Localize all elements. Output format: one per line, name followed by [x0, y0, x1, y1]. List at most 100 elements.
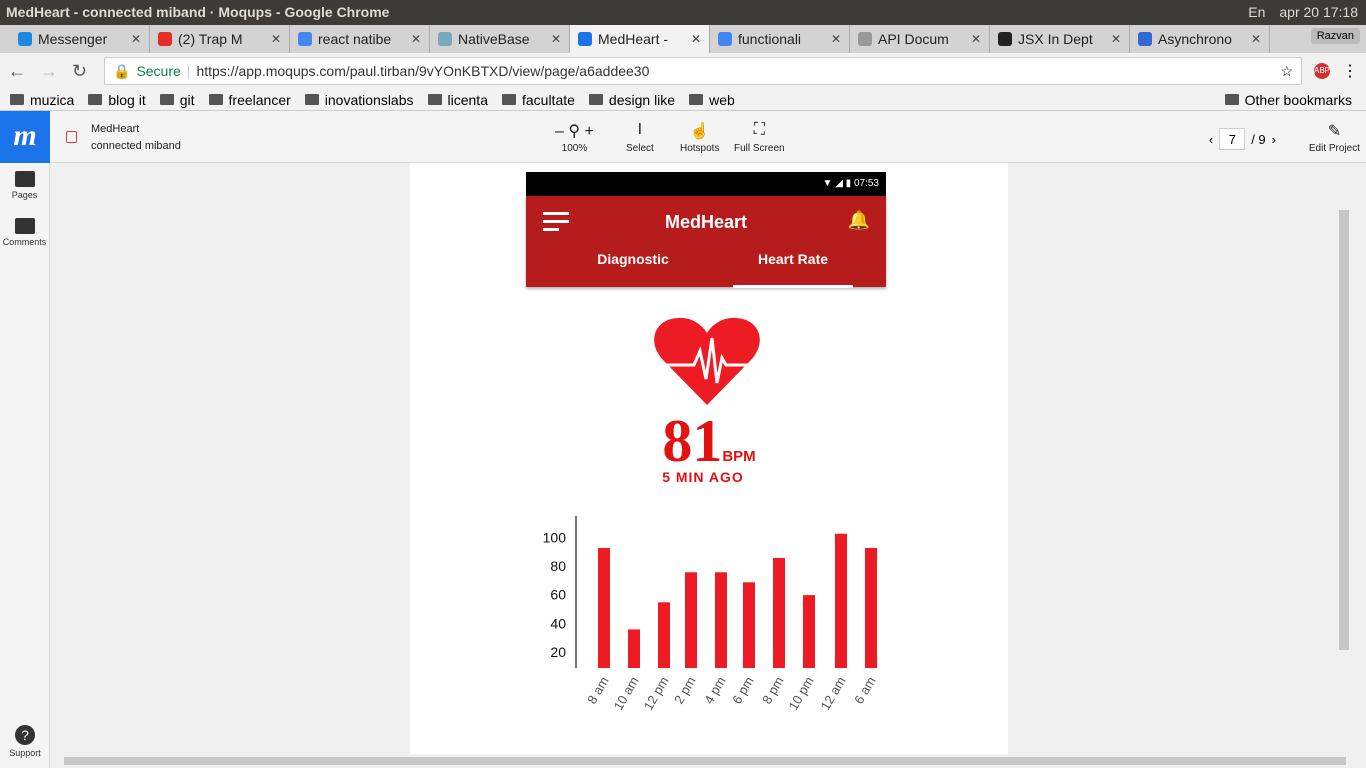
sidebar-pages[interactable]: Pages: [0, 171, 49, 200]
browser-tab[interactable]: react natibe ✕: [290, 25, 430, 53]
clock[interactable]: apr 20 17:18: [1279, 0, 1358, 25]
adblock-icon[interactable]: ABP: [1314, 63, 1330, 79]
y-tick-label: 80: [550, 558, 566, 574]
forward-icon[interactable]: →: [40, 61, 60, 82]
next-page-icon[interactable]: ›: [1272, 132, 1276, 147]
hotspots-tool[interactable]: ☝ Hotspots: [680, 121, 719, 154]
lock-icon[interactable]: [66, 131, 77, 143]
x-tick-label: 4 pm: [701, 674, 728, 707]
favicon-icon: [718, 32, 732, 46]
close-tab-icon[interactable]: ✕: [691, 32, 701, 46]
project-name: MedHeart: [91, 123, 140, 135]
app-bar: MedHeart 🔔 Diagnostic Heart Rate: [526, 196, 886, 288]
last-reading-time: 5 MIN AGO: [662, 469, 744, 485]
url-text: https://app.moqups.com/paul.tirban/9vYOn…: [196, 63, 650, 79]
page-number-input[interactable]: [1219, 128, 1246, 150]
bookmark-folder[interactable]: inovationslabs: [305, 92, 414, 108]
address-bar[interactable]: 🔒 Secure | https://app.moqups.com/paul.t…: [104, 57, 1302, 85]
browser-tab[interactable]: API Docum ✕: [850, 25, 990, 53]
bookmark-folder[interactable]: web: [689, 92, 735, 108]
lock-icon: 🔒: [113, 62, 131, 79]
window-title-text: MedHeart - connected miband · Moqups - G…: [6, 4, 390, 20]
edit-label: Edit Project: [1308, 143, 1360, 154]
add-alert-icon[interactable]: 🔔: [848, 210, 870, 231]
vertical-scrollbar[interactable]: [1339, 210, 1349, 650]
zoom-icon[interactable]: – ⚲ +: [555, 121, 594, 143]
preview-canvas: ▼ ◢ ▮ 07:53 MedHeart 🔔 Diagnostic Heart …: [51, 163, 1352, 754]
tab-heart-rate[interactable]: Heart Rate: [733, 251, 853, 288]
tab-label: Asynchrono: [1158, 31, 1232, 47]
bar: [598, 548, 610, 668]
bookmark-folder[interactable]: freelancer: [209, 92, 291, 108]
close-tab-icon[interactable]: ✕: [411, 32, 421, 46]
app-title: MedHeart: [664, 212, 748, 232]
close-tab-icon[interactable]: ✕: [551, 32, 561, 46]
browser-tab[interactable]: NativeBase ✕: [430, 25, 570, 53]
close-tab-icon[interactable]: ✕: [1251, 32, 1261, 46]
close-tab-icon[interactable]: ✕: [971, 32, 981, 46]
x-tick-label: 10 am: [611, 674, 642, 713]
tab-label: MedHeart -: [598, 31, 669, 47]
bookmark-folder[interactable]: design like: [589, 92, 675, 108]
window-title: MedHeart - connected miband · Moqups - G…: [0, 0, 1366, 25]
x-tick-label: 6 am: [851, 674, 878, 707]
other-bookmarks[interactable]: Other bookmarks: [1225, 92, 1352, 108]
y-tick-label: 40: [550, 615, 566, 631]
tab-label: API Docum: [878, 31, 949, 47]
favicon-icon: [858, 32, 872, 46]
browser-tab[interactable]: (2) Trap M ✕: [150, 25, 290, 53]
edit-project-button[interactable]: ✎ Edit Project: [1309, 121, 1360, 154]
bookmark-folder[interactable]: muzica: [10, 92, 74, 108]
browser-tab[interactable]: Asynchrono ✕: [1130, 25, 1270, 53]
keyboard-indicator[interactable]: En: [1248, 0, 1265, 25]
zoom-control[interactable]: – ⚲ +100%: [555, 121, 594, 154]
mockup-page: ▼ ◢ ▮ 07:53 MedHeart 🔔 Diagnostic Heart …: [410, 163, 1008, 754]
tab-diagnostic[interactable]: Diagnostic: [573, 251, 693, 267]
close-tab-icon[interactable]: ✕: [271, 32, 281, 46]
sidebar-comments[interactable]: Comments: [0, 218, 49, 247]
tab-label: functionali: [738, 31, 802, 47]
browser-tab[interactable]: Messenger ✕: [10, 25, 150, 53]
browser-tab[interactable]: JSX In Dept ✕: [990, 25, 1130, 53]
bar: [773, 558, 785, 668]
phone-screen: ▼ ◢ ▮ 07:53 MedHeart 🔔 Diagnostic Heart …: [526, 172, 886, 288]
tab-label: JSX In Dept: [1018, 31, 1093, 47]
star-icon[interactable]: ☆: [1280, 63, 1293, 80]
bpm-unit: BPM: [722, 448, 756, 465]
fullscreen-icon: ⛶: [753, 121, 765, 138]
bookmark-folder[interactable]: facultate: [502, 92, 575, 108]
fullscreen-tool[interactable]: ⛶ Full Screen: [734, 121, 785, 154]
select-tool[interactable]: I Select: [626, 121, 654, 154]
select-label: Select: [626, 143, 654, 154]
hotspots-label: Hotspots: [680, 143, 720, 154]
profile-button[interactable]: Razvan: [1310, 28, 1360, 44]
bookmark-folder[interactable]: git: [160, 92, 195, 108]
x-tick-label: 2 pm: [671, 674, 698, 707]
pages-icon: [14, 171, 35, 187]
browser-tab[interactable]: functionali ✕: [710, 25, 850, 53]
page-pager: ‹ / 9 ›: [1209, 128, 1276, 150]
close-tab-icon[interactable]: ✕: [831, 32, 841, 46]
reload-icon[interactable]: ↻: [72, 61, 92, 82]
tab-label: Messenger: [38, 31, 108, 47]
moqups-logo[interactable]: m: [0, 111, 50, 163]
back-icon[interactable]: ←: [8, 61, 28, 82]
menu-dots-icon[interactable]: ⋮: [1342, 61, 1358, 81]
bookmark-folder[interactable]: licenta: [428, 92, 488, 108]
browser-tab[interactable]: MedHeart - ✕: [570, 25, 710, 53]
heart-rate-chart: 20 40 60 80 100 8 am10 am12 pm 2 pm 4 pm 6 pm 8 p…: [543, 516, 879, 713]
close-tab-icon[interactable]: ✕: [1111, 32, 1121, 46]
tab-label: NativeBase: [458, 31, 530, 47]
favicon-icon: [998, 32, 1012, 46]
comments-icon: [14, 218, 35, 234]
bar: [658, 602, 670, 668]
help-icon: ?: [15, 725, 35, 745]
bookmark-folder[interactable]: blog it: [88, 92, 145, 108]
close-tab-icon[interactable]: ✕: [131, 32, 141, 46]
sidebar-support[interactable]: ? Support: [0, 725, 50, 758]
page-total: / 9: [1251, 131, 1266, 147]
tab-label: react natibe: [318, 31, 392, 47]
prev-page-icon[interactable]: ‹: [1209, 132, 1213, 147]
horizontal-scrollbar[interactable]: [64, 757, 1346, 765]
x-tick-label: 10 pm: [786, 674, 817, 713]
